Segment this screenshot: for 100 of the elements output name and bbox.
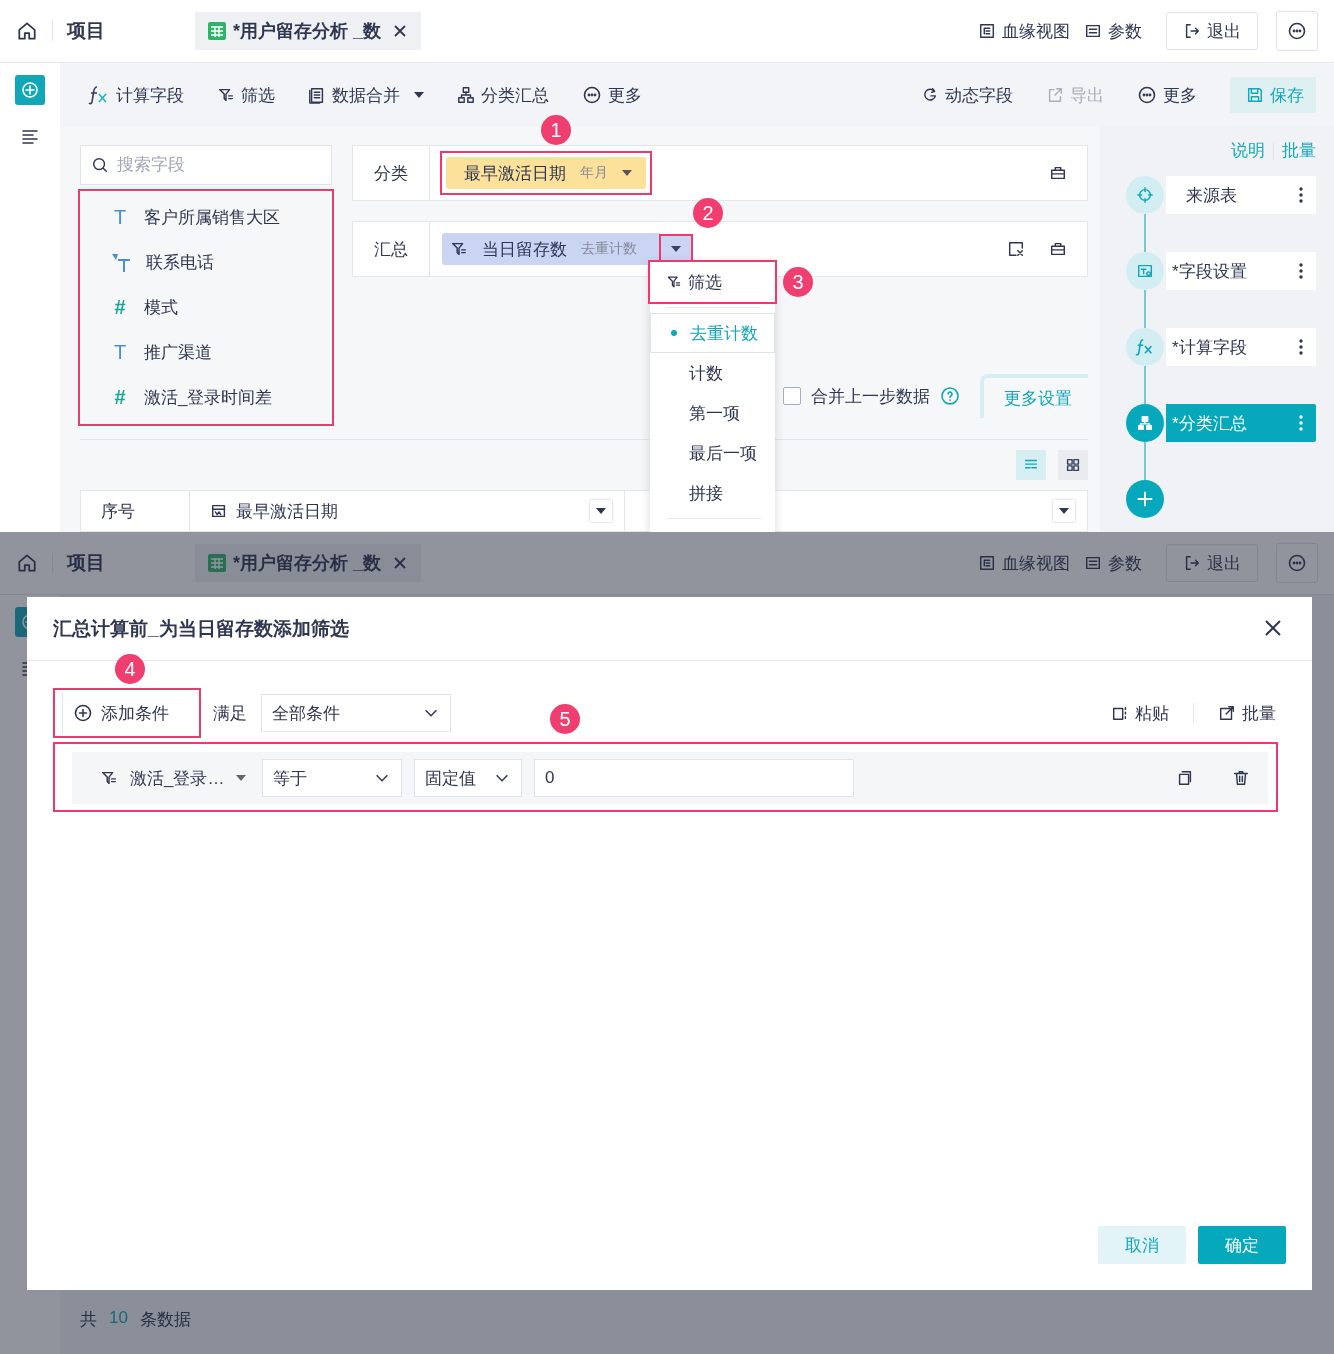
number-type-icon: # — [110, 296, 130, 319]
column-header[interactable]: 最早激活日期 — [190, 491, 625, 531]
menu-item[interactable]: 第一项 — [650, 393, 775, 433]
step-card[interactable]: 来源表 — [1166, 176, 1316, 214]
home-icon — [16, 552, 38, 574]
step-number-badge: 5 — [550, 704, 580, 734]
document-tab[interactable]: *用户留存分析 _数 — [195, 12, 422, 50]
header-button[interactable]: 参数 — [1084, 12, 1142, 50]
toolbar-button[interactable]: 更多 — [582, 83, 642, 107]
step-number-badge: 2 — [693, 198, 723, 228]
dropdown-button[interactable] — [1053, 500, 1075, 523]
list-icon — [20, 127, 40, 147]
step-card[interactable]: *字段设置 — [1166, 252, 1316, 290]
field-select[interactable]: 激活_登录… — [100, 766, 250, 790]
toolbar-button[interactable]: 动态字段 — [921, 83, 1013, 107]
measure-pill[interactable]: 当日留存数 去重计数 — [442, 233, 661, 265]
export-icon — [1046, 86, 1064, 104]
refresh-icon — [921, 86, 939, 104]
header-button[interactable]: 参数 — [1084, 544, 1142, 582]
exit-icon — [1183, 22, 1201, 40]
plus-circle-icon — [73, 703, 93, 723]
menu-item[interactable]: 筛选 — [650, 262, 775, 302]
fx-icon — [1135, 338, 1155, 356]
document-tab[interactable]: *用户留存分析 _数 — [195, 544, 422, 582]
menu-item[interactable]: 拼接 — [650, 473, 775, 513]
more-vertical-icon[interactable] — [1298, 338, 1304, 356]
menu-item[interactable]: 计数 — [650, 353, 775, 393]
more-button[interactable] — [1276, 11, 1318, 51]
value-input[interactable]: 0 — [534, 759, 854, 797]
toolbar-button[interactable]: 批量 — [1218, 701, 1276, 725]
toolbar-button[interactable]: 数据合并 — [308, 83, 424, 107]
footer-text: 条数据 — [139, 1309, 191, 1331]
copy-icon — [1176, 769, 1194, 787]
more-icon — [1287, 553, 1307, 573]
step-card[interactable]: *计算字段 — [1166, 328, 1316, 366]
paste-icon — [1111, 704, 1129, 722]
project-label[interactable]: 项目 — [67, 18, 105, 44]
checkbox[interactable] — [783, 387, 801, 406]
filter-icon — [100, 769, 118, 787]
step-number-badge: 1 — [541, 115, 571, 145]
trash-icon — [1232, 769, 1250, 787]
match-label: 满足 — [213, 702, 247, 725]
filter-icon — [666, 274, 682, 290]
number-type-icon: # — [110, 386, 130, 409]
fx-icon — [88, 85, 110, 105]
operator-select[interactable]: 等于 — [262, 759, 402, 797]
more-vertical-icon[interactable] — [1298, 186, 1304, 204]
list-view-icon[interactable] — [1016, 450, 1046, 481]
toolbar-button[interactable]: 粘贴 — [1111, 701, 1169, 725]
step-number-badge: 4 — [115, 654, 145, 684]
copy-button[interactable] — [1176, 769, 1194, 787]
header-button[interactable]: 血缘视图 — [978, 544, 1070, 582]
more-icon — [1137, 85, 1157, 105]
dimension-pill[interactable]: 最早激活日期 年月 — [446, 157, 646, 189]
match-select[interactable]: 全部条件 — [261, 694, 451, 732]
row-count: 10 — [109, 1308, 128, 1329]
exit-button[interactable]: 退出 — [1166, 12, 1258, 50]
column-header: 序号 — [81, 491, 190, 531]
target-icon — [1136, 186, 1154, 204]
clear-filter-icon — [1007, 240, 1025, 258]
plus-circle-icon — [20, 80, 40, 100]
more-icon — [582, 85, 602, 105]
delete-button[interactable] — [1232, 769, 1250, 787]
toolbox-icon — [1049, 240, 1067, 258]
dialog-title: 汇总计算前_为当日留存数添加筛选 — [53, 616, 350, 641]
field-item[interactable]: 客户所属销售大区 — [144, 206, 280, 229]
close-icon — [1264, 619, 1282, 637]
save-icon — [1246, 86, 1264, 104]
text-type-icon: T — [110, 206, 130, 229]
toolbar-button[interactable]: 更多 — [1137, 83, 1197, 107]
field-item[interactable]: 联系电话 — [146, 251, 214, 274]
search-icon — [91, 156, 109, 174]
header-button[interactable]: 血缘视图 — [978, 12, 1070, 50]
more-vertical-icon[interactable] — [1298, 262, 1304, 280]
tree-icon — [978, 22, 996, 40]
add-button[interactable] — [15, 75, 45, 105]
grid-view-icon[interactable] — [1058, 450, 1088, 481]
toolbar-button[interactable]: 计算字段 — [88, 83, 184, 107]
document-icon — [308, 86, 326, 104]
field-item[interactable]: 激活_登录时间差 — [144, 386, 273, 409]
toolbar-button[interactable]: 分类汇总 — [457, 83, 549, 107]
value-type-select[interactable]: 固定值 — [414, 759, 522, 797]
field-item[interactable]: 推广渠道 — [144, 341, 212, 364]
hierarchy-icon — [1136, 414, 1154, 432]
edit-box-icon — [1218, 704, 1236, 722]
close-icon[interactable] — [393, 24, 408, 38]
exit-button[interactable]: 退出 — [1166, 544, 1258, 582]
exit-icon — [1183, 554, 1201, 572]
hierarchy-icon — [457, 86, 475, 104]
tab-title: *用户留存分析 _数 — [233, 552, 382, 575]
filter-icon — [217, 86, 235, 104]
menu-item[interactable]: 最后一项 — [650, 433, 775, 473]
search-field[interactable]: 搜索字段 — [117, 146, 321, 184]
spreadsheet-icon — [207, 553, 227, 573]
more-icon — [1287, 21, 1307, 41]
toolbar-button[interactable]: 筛选 — [217, 83, 275, 107]
project-label[interactable]: 项目 — [67, 550, 105, 576]
field-item[interactable]: 模式 — [144, 296, 178, 319]
dropdown-button[interactable] — [661, 236, 691, 262]
search-box[interactable]: 搜索字段 — [80, 145, 332, 185]
